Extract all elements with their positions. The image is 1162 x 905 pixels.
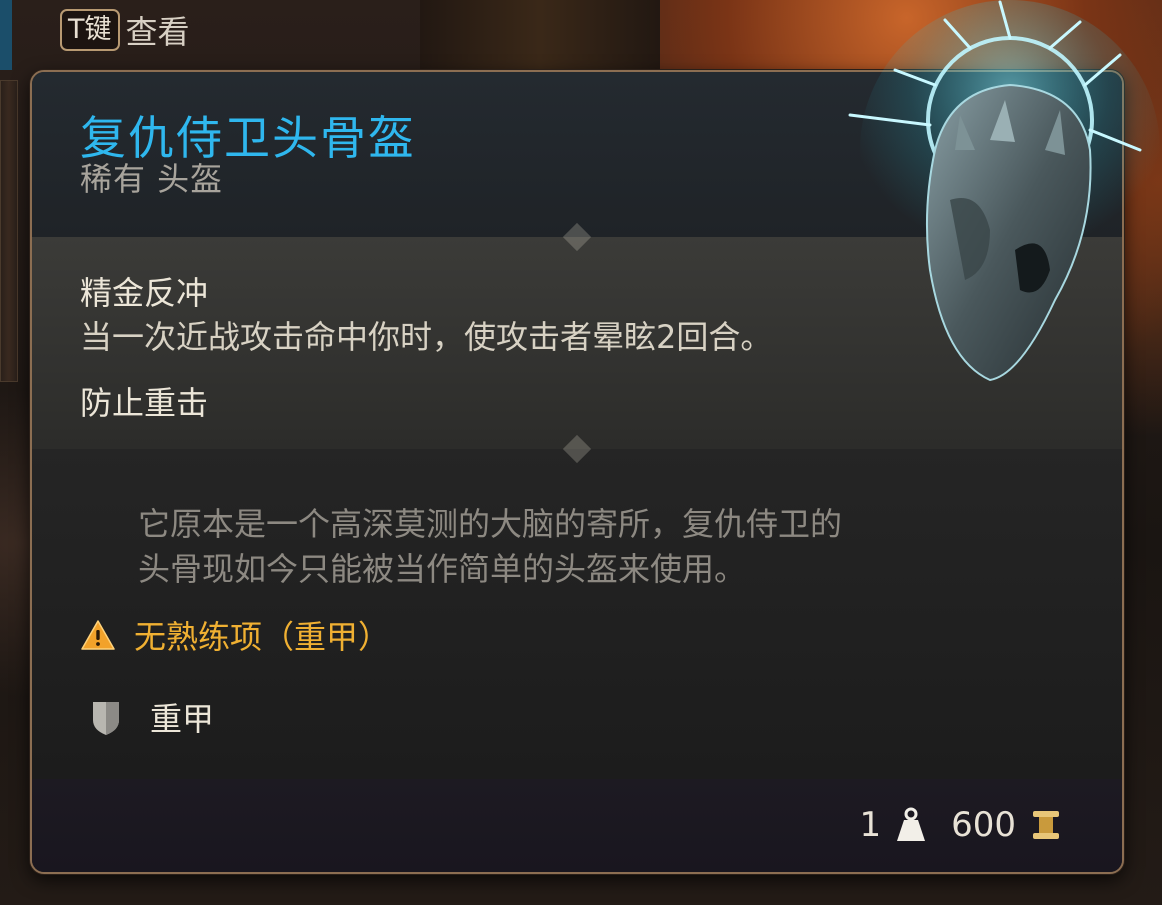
examine-hint[interactable]: T键 查看 xyxy=(60,6,190,54)
armor-type-row: 重甲 xyxy=(90,694,214,740)
helmet-item-icon xyxy=(848,0,1160,382)
shield-icon xyxy=(93,702,119,735)
gold-value: 600 xyxy=(951,805,1016,845)
weight-icon xyxy=(897,807,926,841)
flavor-text-line: 头骨现如今只能被当作简单的头盔来使用。 xyxy=(138,550,747,588)
item-rarity-type: 稀有 头盔 xyxy=(80,160,224,198)
warning-triangle-icon xyxy=(81,620,115,650)
property-name: 防止重击 xyxy=(80,384,209,422)
item-stats-footer: 1 600 xyxy=(859,805,1062,845)
background-pillar-left xyxy=(0,80,18,382)
gold-coin-icon xyxy=(1033,811,1059,839)
property-description: 当一次近战攻击命中你时，使攻击者晕眩2回合。 xyxy=(80,318,773,356)
proficiency-warning-text: 无熟练项（重甲） xyxy=(134,618,391,656)
armor-type-label: 重甲 xyxy=(150,700,215,738)
t-key-badge: T键 xyxy=(60,9,120,51)
background-frame-top xyxy=(420,0,660,70)
examine-hint-label: 查看 xyxy=(125,13,190,51)
background-edge-left-glow xyxy=(0,0,12,70)
flavor-text: 它原本是一个高深莫测的大脑的寄所，复仇侍卫的 头骨现如今只能被当作简单的头盔来使… xyxy=(138,502,1038,592)
weight-value: 1 xyxy=(859,805,882,845)
property-name: 精金反冲 xyxy=(80,274,209,312)
proficiency-warning: 无熟练项（重甲） xyxy=(80,612,390,658)
flavor-text-line: 它原本是一个高深莫测的大脑的寄所，复仇侍卫的 xyxy=(138,505,843,543)
